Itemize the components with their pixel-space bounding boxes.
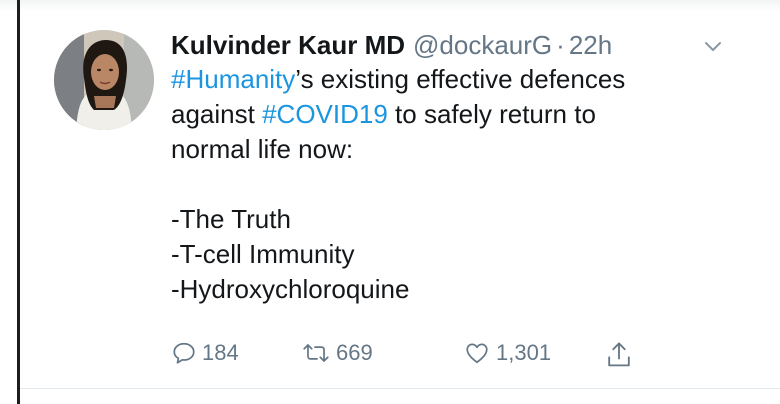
heart-icon (466, 343, 488, 364)
header-separator: · (556, 30, 565, 60)
bottom-divider (20, 388, 780, 389)
retweet-count: 669 (336, 340, 373, 365)
share-button[interactable] (605, 340, 638, 370)
like-count: 1,301 (496, 340, 552, 365)
tweet-header: Kulvinder Kaur MD @dockaurG · 22h (171, 28, 751, 62)
user-handle[interactable]: @dockaurG (413, 28, 552, 62)
avatar-photo (54, 30, 154, 130)
hashtag-covid19-link[interactable]: #COVID19 (262, 99, 388, 129)
tweet-actions: 184 669 1,301 (171, 340, 671, 374)
tweet-content: Kulvinder Kaur MD @dockaurG · 22h #Human… (171, 28, 751, 307)
top-divider (0, 0, 780, 12)
tweet-text-segment: to safely return to (387, 99, 596, 129)
tweet-timestamp[interactable]: 22h (569, 28, 612, 62)
display-name[interactable]: Kulvinder Kaur MD (171, 28, 405, 62)
reply-count: 184 (202, 340, 239, 365)
reply-button[interactable]: 184 (171, 340, 239, 366)
tweet-text: #Humanity’s existing effective defences … (171, 62, 751, 307)
hashtag-humanity-link[interactable]: #Humanity (171, 64, 295, 94)
list-item: -The Truth (171, 204, 291, 234)
list-item: -T-cell Immunity (171, 239, 355, 269)
list-item: -Hydroxychloroquine (171, 274, 410, 304)
tweet-text-line-1: #Humanity’s existing effective defences (171, 62, 751, 97)
tweet-text-line-2: against #COVID19 to safely return to (171, 97, 751, 132)
chevron-down-icon[interactable] (701, 34, 725, 58)
like-button[interactable]: 1,301 (463, 340, 551, 366)
tweet-text-segment: against (171, 99, 263, 129)
retweet-button[interactable]: 669 (301, 340, 373, 366)
avatar[interactable] (54, 30, 154, 130)
reply-icon (173, 342, 195, 364)
tweet-text-segment: ’s existing effective defences (295, 64, 626, 94)
tweet-card[interactable]: Kulvinder Kaur MD @dockaurG · 22h #Human… (20, 12, 760, 388)
retweet-icon (303, 344, 329, 362)
tweet-text-line-3: normal life now: (171, 134, 354, 164)
share-icon (608, 342, 630, 367)
